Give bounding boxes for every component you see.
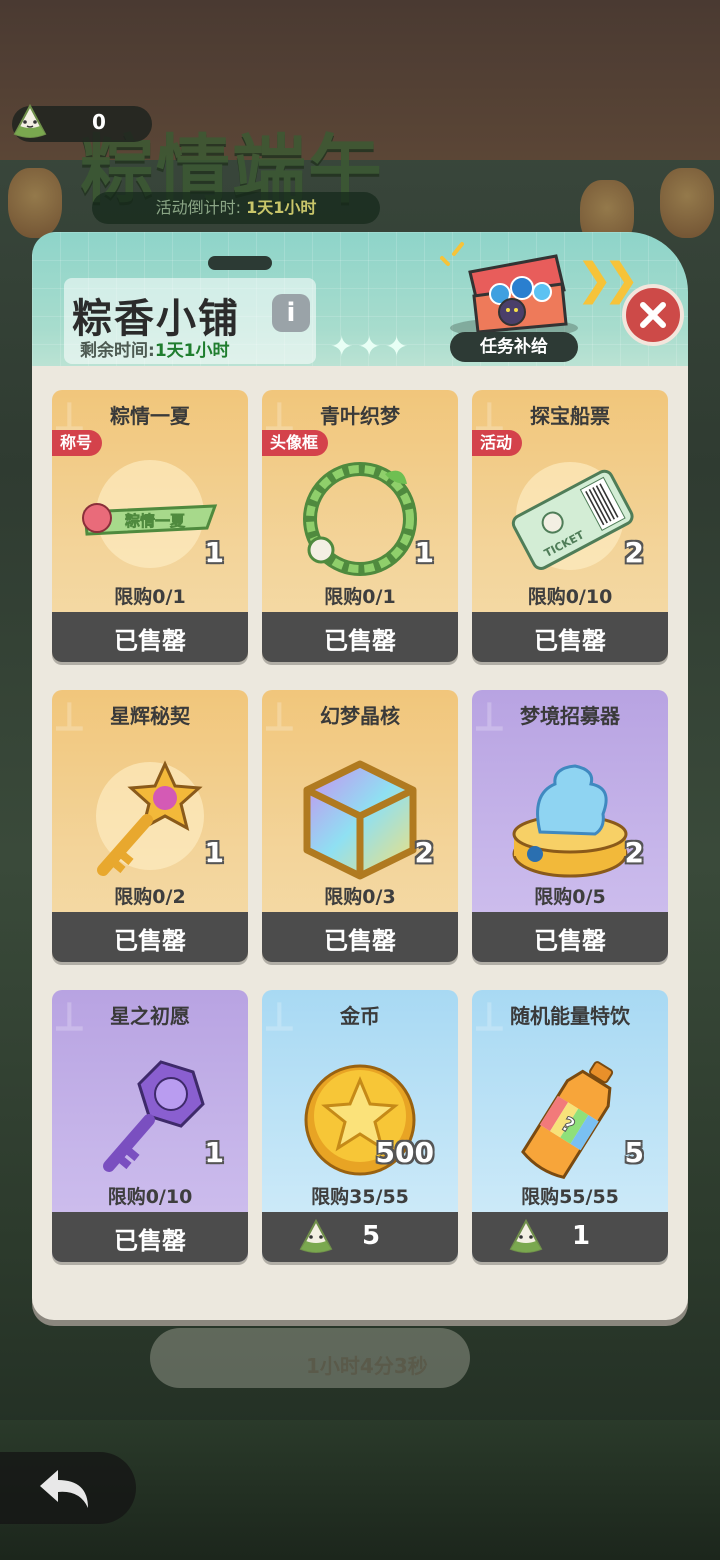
- zongzi-icon: [299, 1218, 333, 1253]
- event-countdown: 活动倒计时: 1天1小时: [92, 192, 380, 224]
- item-quantity: 1: [414, 536, 434, 569]
- item-name: 星之初愿: [110, 1004, 190, 1028]
- purchase-limit: 限购35/55: [311, 1186, 409, 1208]
- item-quantity: 1: [204, 536, 224, 569]
- item-price: 5: [362, 1221, 381, 1251]
- purchase-limit: 限购0/2: [114, 886, 186, 908]
- currency-value: 0: [92, 110, 106, 134]
- item-quantity: 2: [624, 536, 644, 569]
- lower-timer: 1小时4分3秒: [150, 1328, 470, 1388]
- item-quantity: 2: [624, 836, 644, 869]
- item-tag: 头像框: [262, 430, 329, 456]
- shop-item-card[interactable]: ⟂ 梦境招募器 2 限购0/5 已售罄: [472, 690, 668, 962]
- badge-text: 粽情一夏: [125, 512, 186, 530]
- back-arrow-icon: [40, 1470, 88, 1508]
- shop-item-card[interactable]: ⟂ 粽情一夏 称号 粽情一夏 1 限购0/1 已售罄: [52, 390, 248, 662]
- purchase-limit: 限购0/3: [324, 886, 396, 908]
- sold-out-bar: 已售罄: [52, 1212, 248, 1262]
- close-button[interactable]: [622, 284, 684, 346]
- shop-item-card[interactable]: ⟂ 星辉秘契 1 限购0/2 已售罄: [52, 690, 248, 962]
- item-name: 粽情一夏: [110, 404, 190, 428]
- shop-grid: ⟂ 粽情一夏 称号 粽情一夏 1 限购0/1 已售罄 ⟂ 青叶织梦 头像框 1 …: [32, 366, 688, 1320]
- sold-out-bar: 已售罄: [262, 912, 458, 962]
- shop-item-card[interactable]: ⟂ 金币 500 限购35/55 5: [262, 990, 458, 1262]
- lower-timer-text: 1小时4分3秒: [306, 1354, 428, 1378]
- crystal-cube-icon: [303, 760, 417, 880]
- sold-out-label: 已售罄: [114, 627, 186, 655]
- purchase-limit: 限购0/1: [114, 586, 186, 608]
- lantern-decoration: [8, 168, 62, 238]
- item-price: 1: [572, 1221, 591, 1251]
- item-tag: 活动: [472, 430, 523, 456]
- sold-out-label: 已售罄: [534, 927, 606, 955]
- price-bar[interactable]: 5: [262, 1212, 458, 1262]
- sold-out-bar: 已售罄: [472, 612, 668, 662]
- lantern-decoration: [660, 168, 714, 238]
- item-quantity: 5: [624, 1136, 644, 1169]
- price-bar[interactable]: 1: [472, 1212, 668, 1262]
- item-name: 梦境招募器: [520, 704, 620, 728]
- event-countdown-value: 1天1小时: [246, 198, 317, 217]
- shop-item-card[interactable]: ⟂ 星之初愿 1 限购0/10 已售罄: [52, 990, 248, 1262]
- sold-out-bar: 已售罄: [472, 912, 668, 962]
- event-countdown-label: 活动倒计时:: [155, 198, 242, 217]
- item-name: 星辉秘契: [110, 704, 190, 728]
- purple-key-icon: [103, 1060, 205, 1172]
- item-quantity: 1: [204, 1136, 224, 1169]
- sparkle-decoration: ✦✦✦: [330, 330, 413, 363]
- shop-item-card[interactable]: ⟂ 探宝船票 活动 TICKET 2 限购0/10 已售罄: [472, 390, 668, 662]
- recruiter-icon: [512, 764, 628, 878]
- item-tag: 称号: [52, 430, 103, 456]
- shop-item-card[interactable]: ⟂ 幻梦晶核 2 限购0/3 已售罄: [262, 690, 458, 962]
- shop-item-card[interactable]: ⟂ 青叶织梦 头像框 1 限购0/1 已售罄: [262, 390, 458, 662]
- currency-display: 0: [12, 103, 152, 142]
- task-supply-label: 任务补给: [450, 332, 578, 362]
- sold-out-label: 已售罄: [114, 1227, 186, 1255]
- item-quantity: 2: [414, 836, 434, 869]
- item-name: 幻梦晶核: [320, 704, 400, 728]
- sold-out-label: 已售罄: [114, 927, 186, 955]
- sold-out-label: 已售罄: [324, 927, 396, 955]
- energy-drink-icon: ?: [521, 1061, 614, 1180]
- item-name: 探宝船票: [530, 404, 610, 428]
- purchase-limit: 限购55/55: [521, 1186, 619, 1208]
- info-icon[interactable]: i: [272, 294, 310, 332]
- chevron-right-icon: ❯❯: [576, 254, 640, 305]
- header-handle: [208, 256, 272, 270]
- shop-item-card[interactable]: ⟂ 随机能量特饮 ? 5 限购55/55 1: [472, 990, 668, 1262]
- back-button[interactable]: [0, 1452, 136, 1524]
- remain-label: 剩余时间:: [80, 341, 155, 361]
- sold-out-label: 已售罄: [534, 627, 606, 655]
- sold-out-bar: 已售罄: [52, 612, 248, 662]
- purchase-limit: 限购0/10: [527, 586, 613, 608]
- ticket-icon: TICKET: [511, 462, 634, 570]
- close-icon: [640, 302, 666, 328]
- item-name: 金币: [340, 1004, 380, 1028]
- star-key-icon: [96, 760, 204, 876]
- sold-out-label: 已售罄: [324, 627, 396, 655]
- zongzi-icon: [509, 1218, 543, 1253]
- purchase-limit: 限购0/5: [534, 886, 606, 908]
- purchase-limit: 限购0/10: [107, 1186, 193, 1208]
- item-name: 随机能量特饮: [510, 1004, 630, 1028]
- sold-out-bar: 已售罄: [262, 612, 458, 662]
- title-badge-icon: 粽情一夏: [82, 460, 218, 568]
- item-name: 青叶织梦: [320, 404, 400, 428]
- remain-value: 1天1小时: [154, 341, 230, 361]
- shop-title-box: 粽香小铺 i 剩余时间:1天1小时: [64, 278, 316, 364]
- shop-modal: 粽香小铺 i 剩余时间:1天1小时 ✦✦✦ 任务补给 ❯❯ ⟂ 粽情一夏 称号 …: [32, 232, 688, 1320]
- item-quantity: 1: [204, 836, 224, 869]
- item-quantity: 500: [375, 1136, 434, 1169]
- zongzi-icon: [13, 103, 47, 138]
- purchase-limit: 限购0/1: [324, 586, 396, 608]
- shop-remaining-time: 剩余时间:1天1小时: [80, 336, 229, 361]
- leaf-wreath-frame-icon: [303, 462, 417, 576]
- sold-out-bar: 已售罄: [52, 912, 248, 962]
